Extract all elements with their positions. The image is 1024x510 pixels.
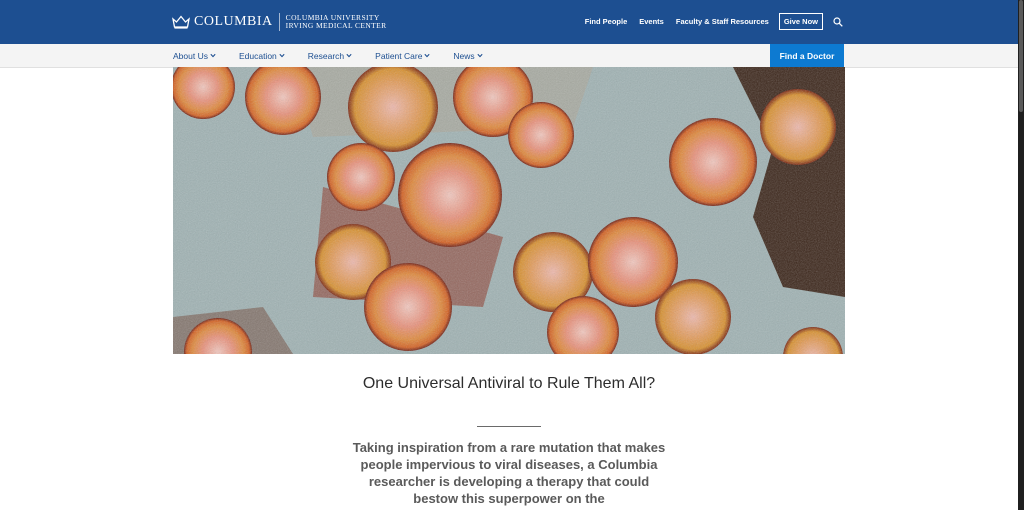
- virus-micrograph-image: [173, 67, 845, 354]
- find-people-link[interactable]: Find People: [585, 17, 628, 26]
- nav-news-label: News: [453, 50, 475, 61]
- give-now-button[interactable]: Give Now: [778, 13, 823, 30]
- nav-patient-care[interactable]: Patient Care: [375, 50, 431, 61]
- top-header: COLUMBIA Columbia University Irving Medi…: [0, 0, 1018, 44]
- brand-subtitle-line2: Irving Medical Center: [285, 21, 387, 30]
- nav-research[interactable]: Research: [308, 51, 352, 61]
- nav-education[interactable]: Education: [239, 51, 285, 61]
- columbia-logo[interactable]: COLUMBIA Columbia University Irving Medi…: [172, 13, 387, 31]
- logo-divider: [278, 13, 280, 31]
- find-a-doctor-button[interactable]: Find a Doctor: [770, 44, 844, 67]
- hero-image: [173, 67, 845, 354]
- chevron-down-icon: [279, 53, 285, 58]
- article-title: One Universal Antiviral to Rule Them All…: [362, 375, 656, 392]
- web-page: COLUMBIA Columbia University Irving Medi…: [0, 0, 1018, 510]
- article-summary: Taking inspiration from a rare mutation …: [352, 440, 666, 506]
- chevron-down-icon: [346, 53, 352, 58]
- nav-education-label: Education: [238, 50, 277, 61]
- chevron-down-icon: [210, 53, 216, 58]
- nav-about-us-label: About Us: [173, 50, 208, 61]
- main-nav: About Us Education Research Patient Care…: [0, 44, 1018, 68]
- nav-about-us[interactable]: About Us: [173, 51, 216, 61]
- events-link[interactable]: Events: [639, 17, 664, 26]
- utility-links: Find People Events Faculty & Staff Resou…: [573, 13, 843, 30]
- nav-patient-care-label: Patient Care: [375, 50, 423, 61]
- scrollbar-thumb[interactable]: [1019, 0, 1023, 112]
- brand-wordmark: COLUMBIA: [194, 14, 273, 29]
- search-icon[interactable]: [833, 16, 843, 27]
- main-nav-items: About Us Education Research Patient Care…: [173, 44, 506, 67]
- nav-news[interactable]: News: [453, 50, 483, 61]
- crown-icon: [172, 15, 190, 29]
- faculty-staff-resources-link[interactable]: Faculty & Staff Resources: [676, 17, 769, 26]
- chevron-down-icon: [477, 53, 483, 58]
- title-divider: [477, 426, 541, 427]
- vertical-scrollbar[interactable]: [1018, 0, 1024, 510]
- brand-subtitle: Columbia University Irving Medical Cente…: [286, 14, 387, 30]
- chevron-down-icon: [424, 53, 431, 58]
- nav-research-label: Research: [307, 50, 345, 61]
